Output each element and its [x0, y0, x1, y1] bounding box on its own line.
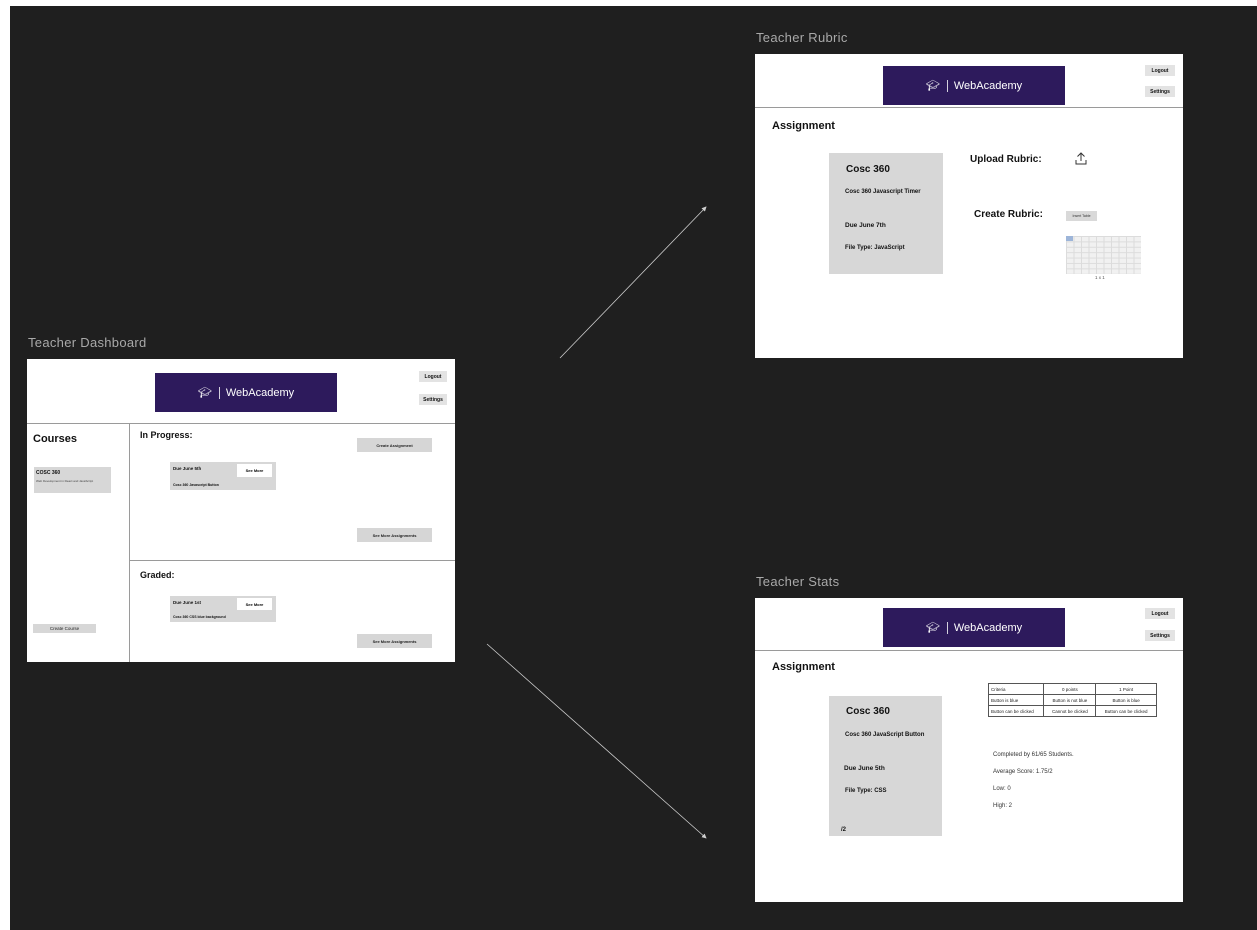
see-more-assignments-button-2[interactable]: See More Assignments: [357, 634, 432, 648]
assignment-course: Cosc 360: [846, 706, 890, 717]
arrow-to-rubric: [559, 206, 707, 359]
dashboard-frame: 🎓︎ WebAcademy Logout Settings Courses CO…: [27, 359, 455, 662]
course-card-title: COSC 360: [36, 470, 61, 476]
assignment-file-type: File Type: CSS: [845, 788, 887, 794]
assignment-name: Cosc 360 Javascript Timer: [845, 189, 921, 195]
table-cell: Button is not blue: [1043, 694, 1097, 706]
frame-title-rubric: Teacher Rubric: [756, 30, 848, 45]
assignment-heading: Assignment: [772, 120, 835, 132]
graduation-cap-icon: 🎓︎: [925, 80, 940, 92]
brand-divider: [218, 386, 220, 399]
course-card-description: Web Development in React and JavaScript: [36, 479, 94, 483]
rubric-table: Criteria 0 points 1 Point Button is blue…: [987, 683, 1157, 717]
completed-count: Completed by 61/65 Students.: [993, 752, 1074, 758]
table-size-picker-grid[interactable]: [1066, 236, 1141, 274]
in-progress-see-more-button[interactable]: See More: [237, 464, 272, 477]
courses-heading: Courses: [33, 433, 78, 445]
assignment-name: Cosc 360 JavaScript Button: [845, 732, 925, 738]
frame-title-dashboard: Teacher Dashboard: [28, 335, 147, 350]
header-divider: [755, 650, 1183, 651]
create-assignment-button[interactable]: Create Assignment: [357, 438, 432, 452]
assignment-due: Due June 7th: [845, 222, 886, 229]
graded-assignment-card[interactable]: Due June 1st See More Cosc 360 CSS blue …: [170, 596, 276, 622]
table-cell: Button can be clicked: [987, 705, 1045, 717]
brand-banner: 🎓︎ WebAcademy: [883, 66, 1065, 105]
assignment-heading: Assignment: [772, 661, 835, 673]
graded-name: Cosc 360 CSS blue background: [173, 615, 226, 619]
table-header-cell: 0 points: [1043, 683, 1097, 695]
insert-table-button[interactable]: Insert Table: [1066, 211, 1097, 221]
table-size-label: 1 x 1: [1095, 275, 1105, 280]
header-divider: [755, 107, 1183, 108]
graduation-cap-icon: 🎓︎: [925, 622, 940, 634]
assignment-card: Cosc 360 Cosc 360 Javascript Timer Due J…: [829, 153, 943, 274]
course-card[interactable]: COSC 360 Web Development in React and Ja…: [34, 467, 111, 493]
graded-heading: Graded:: [140, 570, 175, 580]
brand-divider: [946, 621, 948, 634]
settings-button[interactable]: Settings: [1145, 86, 1175, 97]
sidebar-divider: [129, 424, 130, 662]
assignment-card: Cosc 360 Cosc 360 JavaScript Button Due …: [829, 696, 942, 836]
logout-button[interactable]: Logout: [419, 371, 447, 382]
assignment-course: Cosc 360: [846, 164, 890, 175]
low-score: Low: 0: [993, 786, 1011, 792]
table-header-cell: Criteria: [987, 683, 1045, 695]
arrow-to-stats: [486, 643, 707, 839]
table-cell: Cannot be clicked: [1043, 705, 1097, 717]
create-course-button[interactable]: Create Course: [33, 624, 96, 633]
upload-icon[interactable]: [1074, 151, 1088, 167]
upload-rubric-label: Upload Rubric:: [970, 154, 1042, 165]
brand-banner: 🎓︎ WebAcademy: [155, 373, 337, 412]
in-progress-assignment-card[interactable]: Due June 5th See More Cosc 360 Javascrip…: [170, 462, 276, 490]
brand-divider: [946, 79, 948, 92]
in-progress-name: Cosc 360 Javascript Button: [173, 483, 219, 487]
table-cell: Button is blue: [1095, 694, 1157, 706]
table-cell: Button is blue: [987, 694, 1045, 706]
logout-button[interactable]: Logout: [1145, 65, 1175, 76]
stats-frame: 🎓︎ WebAcademy Logout Settings Assignment…: [755, 598, 1183, 902]
high-score: High: 2: [993, 803, 1013, 809]
see-more-assignments-button[interactable]: See More Assignments: [357, 528, 432, 542]
table-header-row: Criteria 0 points 1 Point: [987, 683, 1157, 695]
table-cell: Button can be clicked: [1095, 705, 1157, 717]
assignment-score: /2: [841, 827, 847, 833]
rubric-frame: 🎓︎ WebAcademy Logout Settings Assignment…: [755, 54, 1183, 358]
create-rubric-label: Create Rubric:: [974, 209, 1043, 220]
table-row: Button can be clicked Cannot be clicked …: [987, 705, 1157, 717]
average-score: Average Score: 1.75/2: [993, 769, 1053, 775]
graduation-cap-icon: 🎓︎: [197, 387, 212, 399]
in-progress-due: Due June 5th: [173, 466, 202, 471]
frame-title-stats: Teacher Stats: [756, 574, 840, 589]
assignment-due: Due June 5th: [844, 765, 885, 772]
table-size-selected-cell: [1066, 236, 1073, 241]
settings-button[interactable]: Settings: [419, 394, 447, 405]
settings-button[interactable]: Settings: [1145, 630, 1175, 641]
graded-due: Due June 1st: [173, 600, 202, 605]
assignment-file-type: File Type: JavaScript: [845, 245, 905, 251]
table-row: Button is blue Button is not blue Button…: [987, 694, 1157, 706]
header-divider: [27, 423, 455, 424]
table-header-cell: 1 Point: [1095, 683, 1157, 695]
brand-name: WebAcademy: [953, 621, 1023, 634]
in-progress-heading: In Progress:: [140, 430, 193, 440]
graded-see-more-button[interactable]: See More: [237, 598, 272, 610]
brand-name: WebAcademy: [953, 79, 1023, 92]
brand-banner: 🎓︎ WebAcademy: [883, 608, 1065, 647]
logout-button[interactable]: Logout: [1145, 608, 1175, 619]
brand-name: WebAcademy: [225, 386, 295, 399]
section-divider: [129, 560, 455, 561]
